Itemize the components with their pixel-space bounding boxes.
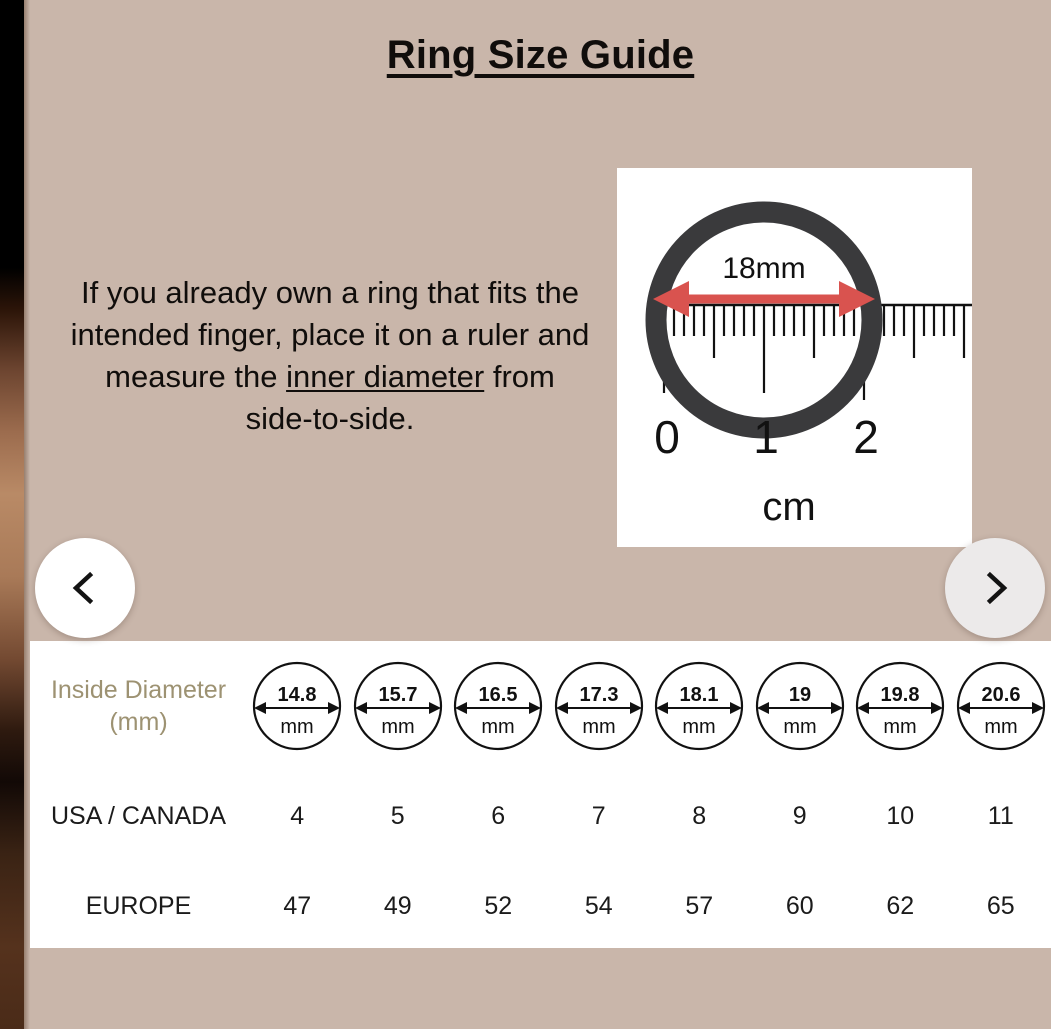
usa-size-4: 8 — [692, 801, 707, 830]
ring-diameter-value: 19 — [789, 684, 811, 706]
ring-diameter-value: 18.1 — [680, 684, 719, 706]
usa-size-2: 6 — [491, 801, 506, 830]
instruction-underlined-term: inner diameter — [286, 359, 485, 394]
usa-size-6: 10 — [886, 801, 915, 830]
ring-diameter-value: 15.7 — [378, 684, 417, 706]
ring-diameter-swatch: 18.1 mm — [655, 661, 744, 751]
measurement-label: 18mm — [722, 252, 805, 285]
ring-size-guide-slide: Ring Size Guide If you already own a rin… — [30, 0, 1051, 1029]
row-label-inside-diameter: Inside Diameter (mm) — [30, 641, 247, 771]
ring-diameter-swatch: 17.3 mm — [554, 661, 643, 751]
row-label-europe: EUROPE — [85, 891, 192, 920]
ring-diameter-value: 19.8 — [881, 684, 920, 706]
ring-diameter-swatch: 15.7 mm — [353, 661, 442, 751]
diameter-cell-5: 19 mm — [750, 641, 851, 771]
ring-diameter-swatch: 19.8 mm — [856, 661, 945, 751]
carousel-prev-button[interactable] — [35, 538, 135, 638]
ring-diameter-unit: mm — [783, 716, 816, 738]
ring-diameter-swatch: 16.5 mm — [454, 661, 543, 751]
table-row-inside-diameter: Inside Diameter (mm) 14.8 mm 15.7 mm 16.5 m… — [30, 641, 1051, 771]
ring-diameter-unit: mm — [381, 716, 414, 738]
instruction-text: If you already own a ring that fits the … — [70, 272, 590, 440]
ring-diameter-value: 16.5 — [479, 684, 518, 706]
europe-size-7: 65 — [986, 891, 1015, 920]
ruler-tick-label-2: 2 — [853, 411, 879, 463]
inside-diameter-label-line2: (mm) — [109, 708, 168, 736]
europe-size-5: 60 — [785, 891, 814, 920]
usa-size-3: 7 — [591, 801, 606, 830]
ring-diameter-unit: mm — [683, 716, 716, 738]
table-row-usa-canada: USA / CANADA 4 5 6 7 8 9 10 11 — [30, 771, 1051, 861]
ring-diameter-value: 17.3 — [579, 684, 618, 706]
chevron-left-icon — [72, 571, 94, 605]
usa-size-0: 4 — [290, 801, 305, 830]
page-title: Ring Size Guide — [386, 33, 695, 77]
diameter-cell-2: 16.5 mm — [448, 641, 549, 771]
diameter-cell-4: 18.1 mm — [649, 641, 750, 771]
europe-size-2: 52 — [484, 891, 513, 920]
usa-size-5: 9 — [792, 801, 807, 830]
ruler-tick-label-1: 1 — [753, 411, 779, 463]
ring-diameter-swatch: 14.8 mm — [253, 661, 342, 751]
europe-size-3: 54 — [584, 891, 613, 920]
ring-diameter-unit: mm — [884, 716, 917, 738]
europe-size-0: 47 — [283, 891, 312, 920]
usa-size-1: 5 — [390, 801, 405, 830]
inside-diameter-label-line1: Inside Diameter — [50, 676, 227, 704]
diameter-cell-3: 17.3 mm — [549, 641, 650, 771]
diameter-cell-0: 14.8 mm — [247, 641, 348, 771]
ring-diameter-value: 20.6 — [981, 684, 1020, 706]
ring-diameter-swatch: 19 mm — [755, 661, 844, 751]
ring-diameter-swatch: 20.6 mm — [956, 661, 1045, 751]
europe-size-1: 49 — [383, 891, 412, 920]
ruler-tick-label-0: 0 — [654, 411, 680, 463]
europe-size-6: 62 — [886, 891, 915, 920]
ring-size-table: Inside Diameter (mm) 14.8 mm 15.7 mm 16.5 m… — [30, 641, 1051, 948]
ruler-unit-label: cm — [762, 485, 815, 529]
ring-diameter-unit: mm — [482, 716, 515, 738]
diameter-cell-7: 20.6 mm — [951, 641, 1051, 771]
carousel-previous-slide-edge[interactable] — [0, 0, 24, 1029]
carousel-next-button[interactable] — [945, 538, 1045, 638]
ring-diameter-unit: mm — [984, 716, 1017, 738]
row-label-usa-canada: USA / CANADA — [50, 801, 227, 830]
diameter-cell-1: 15.7 mm — [348, 641, 449, 771]
table-row-europe: EUROPE 47 49 52 54 57 60 62 65 — [30, 861, 1051, 951]
usa-size-7: 11 — [987, 801, 1014, 830]
ring-ruler-graphic: 18mm 0 1 2 cm — [617, 168, 972, 547]
ring-diameter-unit: mm — [281, 716, 314, 738]
europe-size-4: 57 — [685, 891, 714, 920]
ring-on-ruler-illustration: 18mm 0 1 2 cm — [617, 168, 972, 547]
chevron-right-icon — [986, 571, 1008, 605]
ring-diameter-unit: mm — [582, 716, 615, 738]
diameter-cell-6: 19.8 mm — [850, 641, 951, 771]
slide-bottom-background — [30, 948, 1051, 1029]
ring-diameter-value: 14.8 — [278, 684, 317, 706]
